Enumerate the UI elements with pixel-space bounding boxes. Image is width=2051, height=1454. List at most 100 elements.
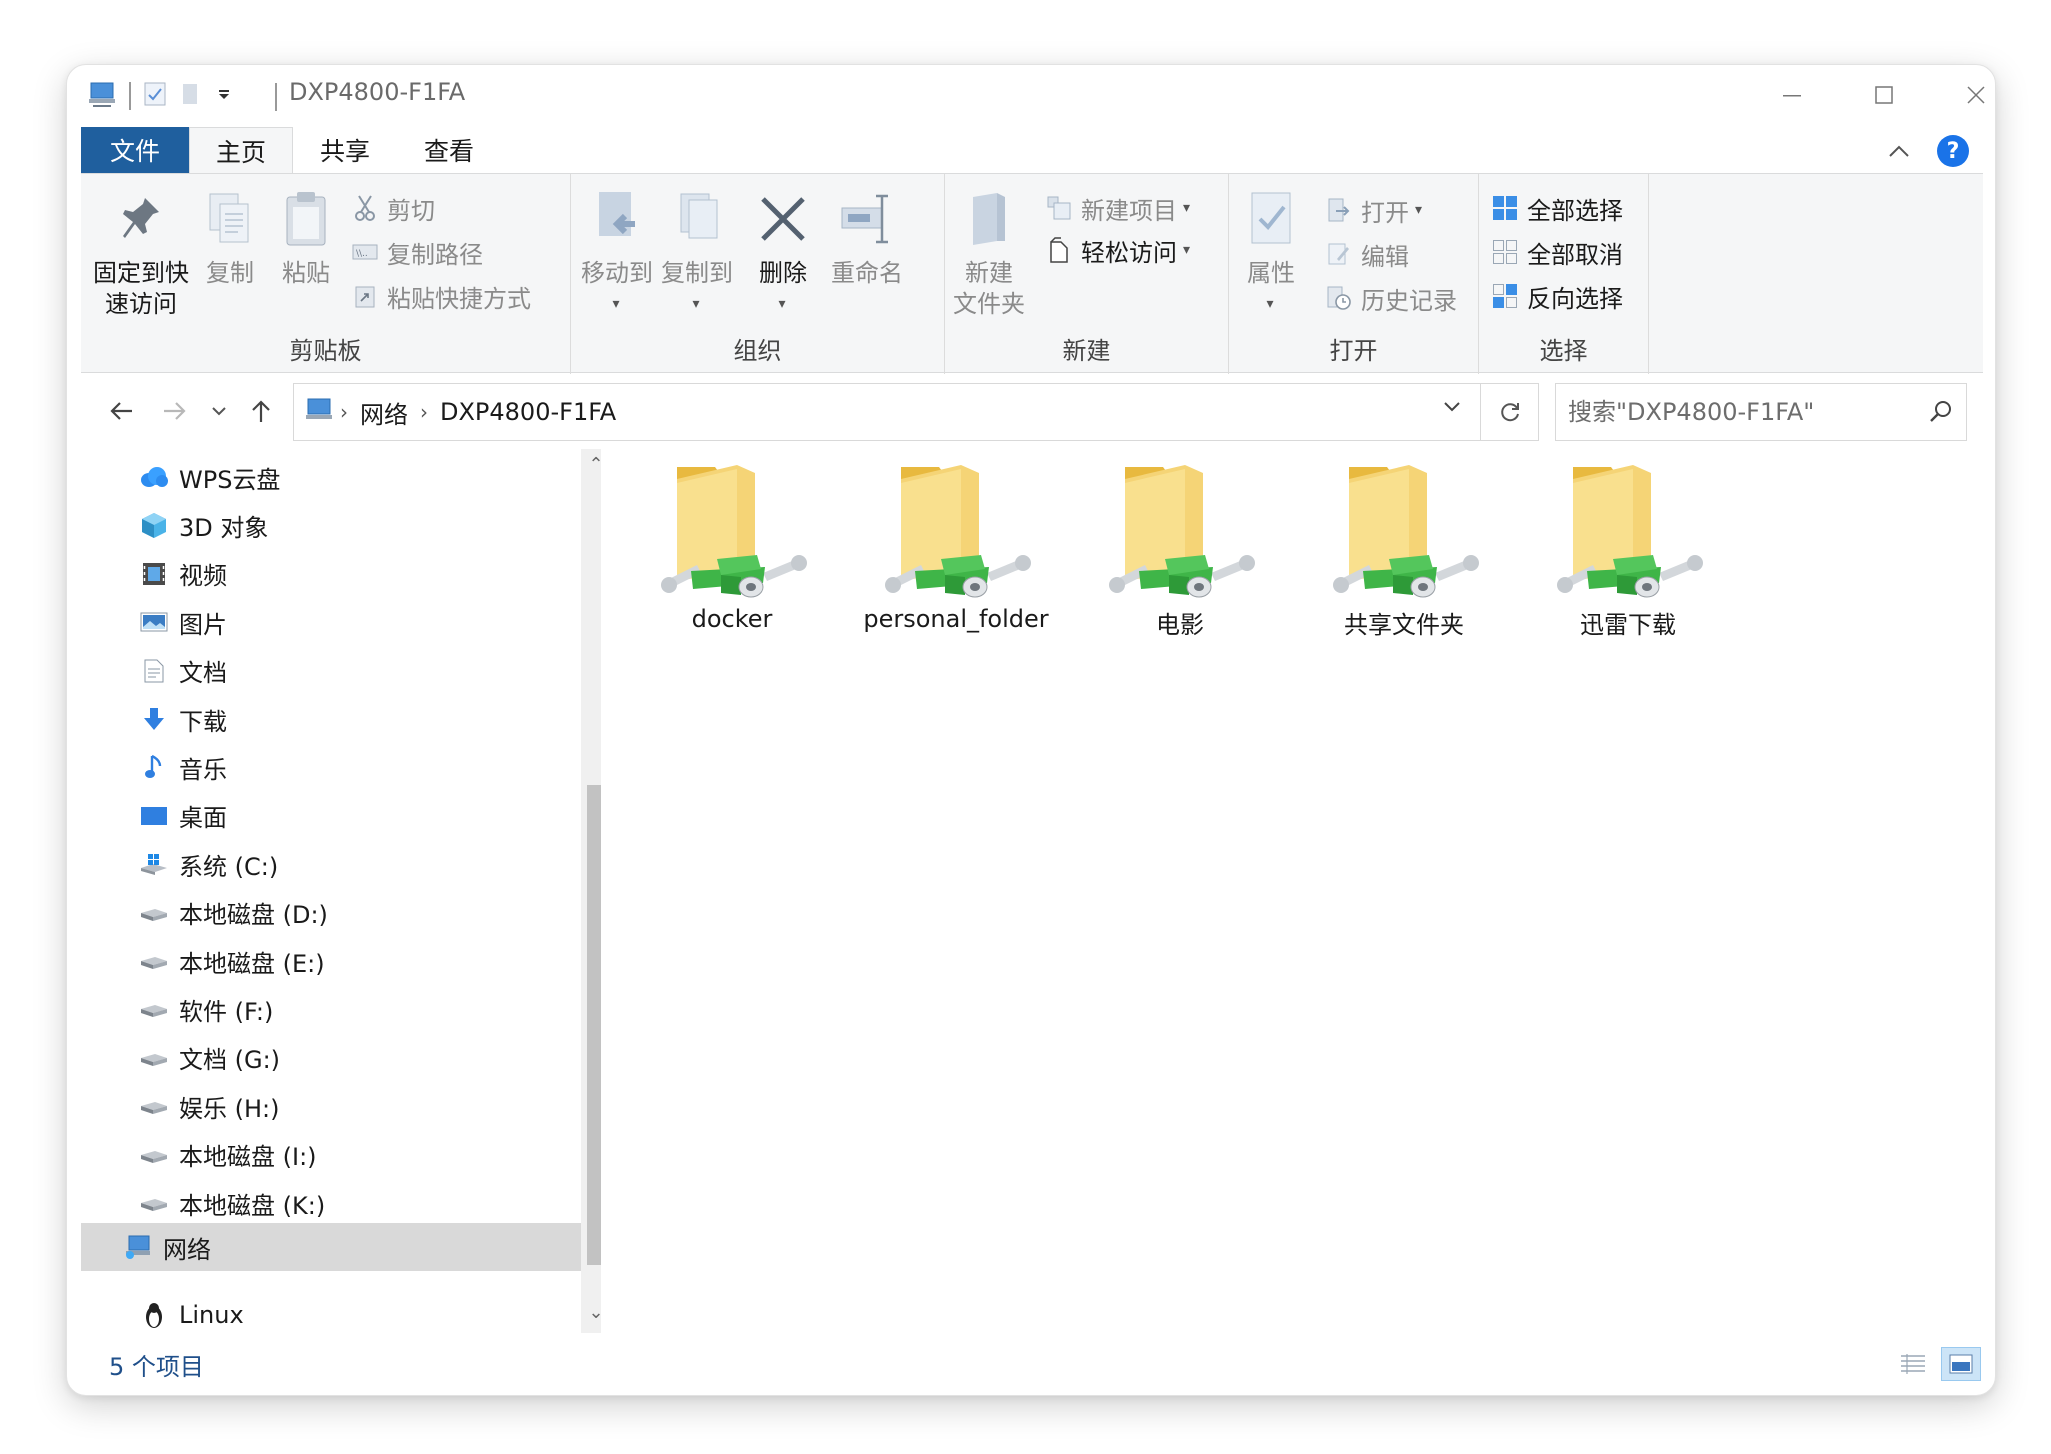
search-box[interactable] [1555, 383, 1967, 441]
invert-selection-button[interactable]: 反向选择 [1491, 278, 1623, 314]
nav-item-network[interactable]: 网络 [81, 1223, 581, 1271]
nav-item[interactable]: 本地磁盘 (K:) [81, 1179, 581, 1227]
download-arrow-icon [139, 705, 169, 733]
nav-item[interactable]: WPS云盘 [81, 453, 581, 501]
breadcrumb-chevron-icon[interactable]: › [420, 400, 428, 424]
select-all-button[interactable]: 全部选择 [1491, 190, 1623, 226]
nav-item[interactable]: 本地磁盘 (D:) [81, 889, 581, 937]
move-to-button[interactable]: 移动到 ▾ [579, 184, 655, 320]
search-icon[interactable] [1928, 398, 1954, 428]
nav-scrollbar[interactable]: ⌃ ⌄ [581, 449, 601, 1333]
open-button[interactable]: 打开 ▾ [1325, 192, 1422, 228]
nav-item-linux[interactable]: Linux [81, 1291, 581, 1339]
nav-item[interactable]: 系统 (C:) [81, 840, 581, 888]
properties-dropdown-icon: ▾ [1266, 296, 1274, 312]
nav-item[interactable]: 音乐 [81, 743, 581, 791]
nav-item[interactable]: 3D 对象 [81, 501, 581, 549]
copy-button[interactable]: 复制 [199, 184, 261, 289]
close-button[interactable] [1941, 71, 1995, 119]
new-group-label: 新建 [1062, 337, 1111, 365]
folder-item[interactable]: docker [627, 459, 837, 633]
maximize-button[interactable] [1849, 71, 1919, 119]
delete-button[interactable]: 删除 ▾ [751, 184, 815, 320]
select-all-label: 全部选择 [1527, 196, 1623, 225]
new-folder-small-icon[interactable] [179, 80, 203, 112]
nav-item[interactable]: 图片 [81, 598, 581, 646]
folder-item[interactable]: 共享文件夹 [1299, 459, 1509, 640]
file-list: docker personal_folder 电影 共享文件夹 迅雷下载 [627, 449, 1983, 1329]
rename-button[interactable]: 重命名 [827, 184, 907, 289]
scroll-down-icon[interactable]: ⌄ [581, 1297, 601, 1327]
address-dropdown-icon[interactable] [1442, 398, 1462, 417]
new-item-button[interactable]: 新建项目 ▾ [1045, 190, 1190, 226]
drive-icon [139, 1189, 169, 1217]
breadcrumb-chevron-icon[interactable]: › [340, 400, 348, 424]
drive-icon [139, 995, 169, 1023]
folder-item[interactable]: 电影 [1075, 459, 1285, 640]
tab-home[interactable]: 主页 [189, 127, 293, 173]
folder-item[interactable]: 迅雷下载 [1523, 459, 1733, 640]
back-button[interactable] [101, 391, 141, 431]
folder-name: 电影 [1156, 611, 1204, 639]
edit-button[interactable]: 编辑 [1325, 236, 1409, 272]
history-label: 历史记录 [1361, 286, 1457, 315]
collapse-ribbon-button[interactable] [1887, 141, 1911, 165]
breadcrumb-device[interactable]: DXP4800-F1FA [440, 398, 616, 426]
cube-icon [139, 511, 169, 539]
properties-button[interactable]: 属性 ▾ [1235, 184, 1307, 320]
forward-button[interactable] [155, 391, 195, 431]
address-bar[interactable]: › 网络 › DXP4800-F1FA [293, 383, 1481, 441]
shared-folder-icon [1105, 459, 1255, 599]
pin-label-2: 速访问 [105, 290, 177, 318]
help-icon[interactable]: ? [1937, 135, 1969, 167]
properties-check-icon[interactable] [143, 80, 167, 112]
folder-name: docker [691, 605, 773, 633]
folder-item[interactable]: personal_folder [851, 459, 1061, 633]
qat-dropdown-icon[interactable] [215, 85, 233, 107]
paste-button[interactable]: 粘贴 [275, 184, 337, 289]
up-button[interactable] [241, 391, 281, 431]
new-folder-button[interactable]: 新建 文件夹 [949, 184, 1029, 320]
history-button[interactable]: 历史记录 [1325, 280, 1457, 316]
copy-to-button[interactable]: 复制到 ▾ [659, 184, 735, 320]
rename-icon [836, 184, 898, 254]
document-icon [139, 657, 169, 685]
nav-item[interactable]: 桌面 [81, 792, 581, 840]
tab-file[interactable]: 文件 [81, 127, 189, 173]
nav-item[interactable]: 下载 [81, 695, 581, 743]
nav-item[interactable]: 娱乐 (H:) [81, 1082, 581, 1130]
details-view-button[interactable] [1893, 1347, 1933, 1381]
status-bar: 5 个项目 [81, 1341, 1983, 1385]
group-organize: 移动到 ▾ 复制到 ▾ 删除 ▾ 重命名 组织 [571, 174, 945, 374]
delete-label: 删除 [759, 259, 807, 287]
rename-label: 重命名 [831, 259, 903, 287]
refresh-button[interactable] [1481, 383, 1539, 441]
scrollbar-thumb[interactable] [587, 785, 601, 1265]
nav-item[interactable]: 视频 [81, 550, 581, 598]
minimize-button[interactable] [1757, 71, 1827, 119]
nav-item[interactable]: 文档 (G:) [81, 1034, 581, 1082]
scroll-up-icon[interactable]: ⌃ [581, 449, 601, 479]
properties-label: 属性 [1247, 259, 1295, 287]
pin-quick-access-button[interactable]: 固定到快 速访问 [89, 184, 193, 320]
nav-item-label: 图片 [179, 610, 227, 639]
copy-path-button[interactable]: \\.. 复制路径 [351, 234, 483, 270]
nav-item-label: 下载 [179, 707, 227, 736]
large-icons-view-button[interactable] [1941, 1347, 1981, 1381]
nav-item[interactable]: 软件 (F:) [81, 985, 581, 1033]
search-input[interactable] [1556, 398, 1906, 426]
paste-shortcut-button[interactable]: 粘贴快捷方式 [351, 278, 531, 314]
quick-access-toolbar [87, 79, 233, 113]
easy-access-button[interactable]: 轻松访问 ▾ [1045, 232, 1190, 268]
tab-view[interactable]: 查看 [397, 127, 501, 173]
nav-item[interactable]: 文档 [81, 647, 581, 695]
cut-button[interactable]: 剪切 [351, 190, 435, 226]
nav-item[interactable]: 本地磁盘 (E:) [81, 937, 581, 985]
breadcrumb-network[interactable]: 网络 [360, 395, 408, 430]
nav-item[interactable]: 本地磁盘 (I:) [81, 1131, 581, 1179]
svg-text:\\..: \\.. [356, 249, 368, 259]
computer-icon[interactable] [87, 80, 117, 112]
tab-share[interactable]: 共享 [293, 127, 397, 173]
recent-locations-button[interactable] [199, 391, 239, 431]
select-none-button[interactable]: 全部取消 [1491, 234, 1623, 270]
